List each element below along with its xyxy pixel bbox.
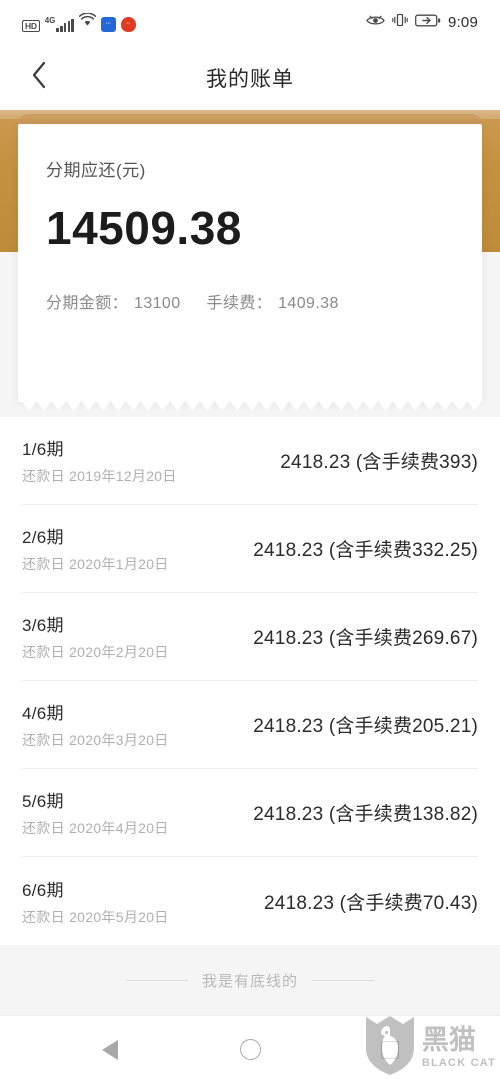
nav-recents-square-icon: [381, 1040, 399, 1059]
installment-term: 2/6期: [22, 528, 64, 547]
summary-label: 分期应还(元): [46, 161, 146, 180]
footer-divider-left: [125, 979, 188, 981]
principal-value: 13100: [134, 295, 181, 312]
page-title: 我的账单: [206, 67, 294, 91]
table-row[interactable]: 4/6期 还款日 2020年3月20日 2418.23 (含手续费205.21): [22, 681, 478, 769]
installment-amount: 2418.23 (含手续费393): [280, 452, 478, 473]
table-row[interactable]: 1/6期 还款日 2019年12月20日 2418.23 (含手续费393): [22, 417, 478, 505]
summary-card: 分期应还(元) 14509.38 分期金额： 13100 手续费： 1409.3…: [18, 124, 482, 411]
installment-due-date: 还款日 2020年5月20日: [22, 908, 169, 925]
battery-charging-icon: [415, 14, 441, 32]
installment-amount: 2418.23 (含手续费205.21): [253, 716, 478, 737]
installment-term: 3/6期: [22, 616, 64, 635]
installment-due-date: 还款日 2019年12月20日: [22, 468, 177, 484]
installment-list: 1/6期 还款日 2019年12月20日 2418.23 (含手续费393) 2…: [0, 417, 500, 945]
back-button[interactable]: [16, 45, 62, 110]
installment-term: 4/6期: [22, 704, 64, 723]
installment-due-date: 还款日 2020年4月20日: [22, 820, 169, 836]
phone-screen: HD 4G ··· ·· 9:09 我的账单 分期应还(元) 14509.38 …: [0, 0, 500, 1083]
status-bar: HD 4G ··· ·· 9:09: [0, 0, 500, 45]
table-row[interactable]: 2/6期 还款日 2020年1月20日 2418.23 (含手续费332.25): [22, 505, 478, 593]
summary-section: 分期应还(元) 14509.38 分期金额： 13100 手续费： 1409.3…: [0, 110, 500, 417]
table-row[interactable]: 6/6期 还款日 2020年5月20日 2418.23 (含手续费70.43): [22, 857, 478, 945]
footer-end-text: 我是有底线的: [201, 972, 298, 990]
installment-amount: 2418.23 (含手续费332.25): [253, 540, 478, 561]
installment-amount: 2418.23 (含手续费70.43): [264, 892, 478, 914]
installment-amount: 2418.23 (含手续费138.82): [253, 804, 478, 825]
status-bar-left-icons: HD 4G ··· ··: [22, 12, 136, 32]
row-left: 5/6期 还款日 2020年4月20日: [22, 787, 169, 838]
row-left: 4/6期 还款日 2020年3月20日: [22, 699, 169, 750]
network-type-label: 4G: [44, 16, 56, 25]
installment-due-date: 还款日 2020年1月20日: [22, 556, 169, 572]
table-row[interactable]: 5/6期 还款日 2020年4月20日 2418.23 (含手续费138.82): [22, 769, 478, 857]
eye-icon: [366, 14, 385, 32]
nav-back-button[interactable]: [80, 1020, 140, 1080]
nav-home-button[interactable]: [220, 1020, 280, 1080]
status-bar-clock: 9:09: [448, 14, 478, 31]
footer-divider-right: [312, 979, 374, 981]
installment-term: 5/6期: [22, 792, 64, 811]
summary-amount: 14509.38: [46, 202, 242, 254]
signal-strength-bars: [56, 19, 74, 32]
row-left: 3/6期 还款日 2020年2月20日: [22, 611, 169, 662]
row-left: 1/6期 还款日 2019年12月20日: [22, 435, 177, 486]
installment-term: 6/6期: [22, 880, 64, 900]
signal-bars-icon: 4G: [45, 17, 74, 32]
app-red-icon: ··: [120, 17, 136, 32]
fee-label: 手续费：: [206, 295, 273, 312]
chevron-left-icon: [30, 60, 48, 95]
installment-due-date: 还款日 2020年2月20日: [22, 644, 169, 660]
app-blue-icon: ···: [100, 17, 116, 32]
installment-term: 1/6期: [22, 440, 64, 459]
receipt-serrated-edge: [18, 401, 482, 411]
vibrate-icon: [392, 13, 408, 32]
principal-label: 分期金额：: [46, 295, 129, 312]
row-left: 6/6期 还款日 2020年5月20日: [22, 876, 169, 927]
title-bar: 我的账单: [0, 45, 500, 110]
nav-recents-button[interactable]: [360, 1020, 420, 1080]
hd-badge-icon: HD: [22, 20, 40, 32]
list-end-footer: 我是有底线的: [0, 945, 500, 1015]
summary-detail-row: 分期金额： 13100 手续费： 1409.38: [46, 289, 454, 313]
fee-value: 1409.38: [278, 295, 339, 312]
wifi-icon: [78, 12, 97, 32]
row-left: 2/6期 还款日 2020年1月20日: [22, 523, 169, 574]
nav-home-circle-icon: [239, 1039, 261, 1060]
status-bar-right-icons: 9:09: [366, 13, 478, 32]
system-navigation-bar: [0, 1015, 500, 1083]
installment-amount: 2418.23 (含手续费269.67): [253, 628, 478, 649]
installment-due-date: 还款日 2020年3月20日: [22, 732, 169, 748]
table-row[interactable]: 3/6期 还款日 2020年2月20日 2418.23 (含手续费269.67): [22, 593, 478, 681]
nav-back-triangle-icon: [102, 1039, 118, 1060]
